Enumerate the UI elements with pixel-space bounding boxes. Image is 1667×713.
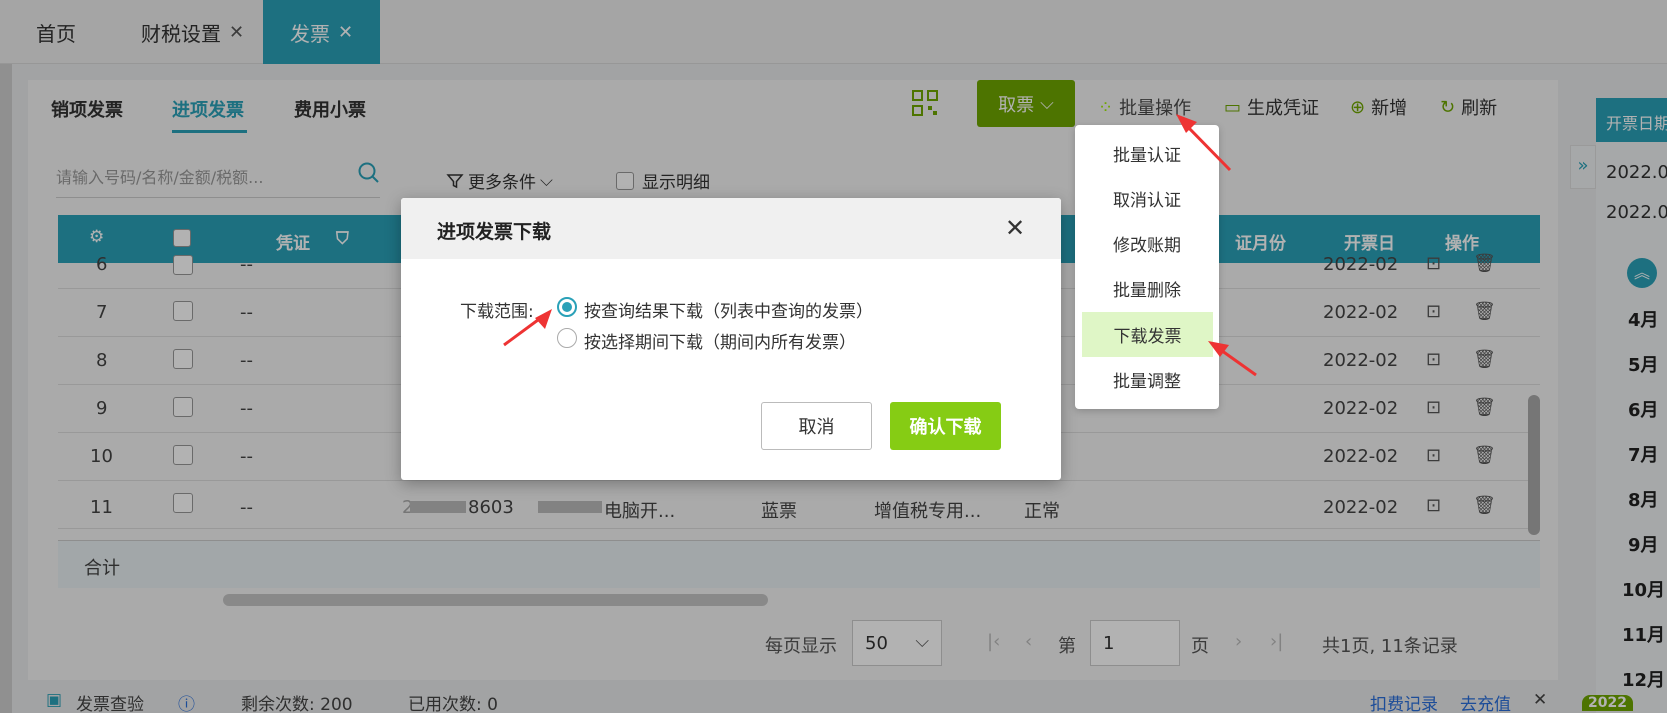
menu-item-download-invoice[interactable]: 下载发票 — [1082, 312, 1213, 357]
menu-item-batch-certify[interactable]: 批量认证 — [1075, 131, 1219, 176]
dialog-title: 进项发票下载 — [437, 221, 552, 243]
radio-period[interactable] — [557, 328, 577, 348]
radio-query-result[interactable] — [557, 297, 577, 317]
menu-item-batch-delete[interactable]: 批量删除 — [1075, 266, 1219, 311]
menu-item-modify-period[interactable]: 修改账期 — [1075, 221, 1219, 266]
menu-item-batch-adjust[interactable]: 批量调整 — [1075, 357, 1219, 402]
close-icon[interactable]: ✕ — [1005, 214, 1025, 242]
option-query-result-label[interactable]: 按查询结果下载（列表中查询的发票） — [584, 297, 873, 322]
menu-item-cancel-certify[interactable]: 取消认证 — [1075, 176, 1219, 221]
download-dialog: 进项发票下载 ✕ 下载范围: 按查询结果下载（列表中查询的发票） 按选择期间下载… — [401, 198, 1061, 480]
option-period-label[interactable]: 按选择期间下载（期间内所有发票） — [584, 328, 856, 353]
cancel-button[interactable]: 取消 — [761, 402, 872, 450]
grid-icon: ⁘ — [1098, 96, 1114, 118]
batch-operation-button[interactable]: ⁘ 批量操作 — [1098, 94, 1191, 120]
batch-operation-menu: 批量认证 取消认证 修改账期 批量删除 下载发票 批量调整 — [1075, 125, 1219, 409]
batch-operation-label: 批量操作 — [1119, 98, 1192, 119]
confirm-download-button[interactable]: 确认下载 — [890, 402, 1001, 450]
download-range-label: 下载范围: — [460, 302, 534, 322]
